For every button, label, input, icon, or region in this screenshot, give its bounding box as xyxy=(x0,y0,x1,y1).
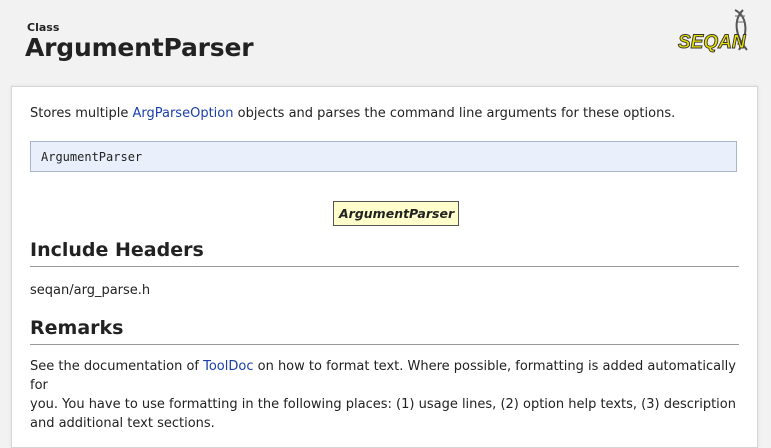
page-header: Class ArgumentParser SEQAN xyxy=(0,0,771,86)
page-title: ArgumentParser xyxy=(25,33,254,62)
description-prefix: Stores multiple xyxy=(30,106,133,121)
logo-wordmark: SEQAN xyxy=(678,32,747,53)
remarks-line-1: See the documentation of ToolDoc on how … xyxy=(30,357,750,395)
argparseoption-link[interactable]: ArgParseOption xyxy=(132,106,233,121)
remarks-line-2: you. You have to use formatting in the f… xyxy=(30,397,736,412)
class-diagram-node[interactable]: ArgumentParser xyxy=(333,201,460,226)
documentation-panel: Stores multiple ArgParseOption objects a… xyxy=(11,86,758,448)
seqan-logo[interactable]: SEQAN xyxy=(677,6,755,62)
tooldoc-link[interactable]: ToolDoc xyxy=(203,359,253,374)
include-header-path: seqan/arg_parse.h xyxy=(30,283,151,298)
signature-box: ArgumentParser xyxy=(30,141,737,172)
include-headers-heading: Include Headers xyxy=(30,239,739,267)
remarks-heading: Remarks xyxy=(30,317,739,345)
class-description: Stores multiple ArgParseOption objects a… xyxy=(30,106,675,121)
remarks-line-3: and additional text sections. xyxy=(30,416,215,431)
remarks-text: See the documentation of ToolDoc on how … xyxy=(30,357,750,433)
description-suffix: objects and parses the command line argu… xyxy=(233,106,676,121)
remarks-prefix: See the documentation of xyxy=(30,359,204,374)
